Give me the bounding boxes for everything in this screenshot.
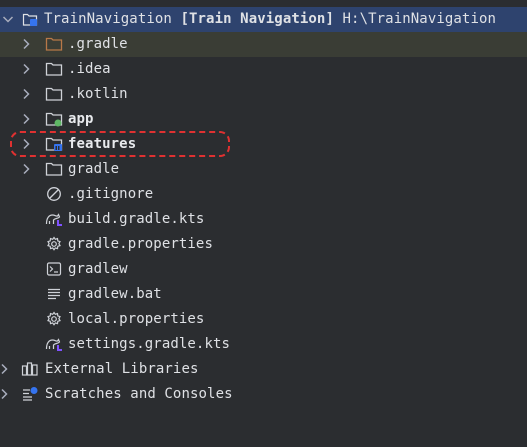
chevron-right-icon[interactable] [18, 61, 34, 77]
folder-icon [45, 160, 63, 178]
folder-icon [45, 85, 63, 103]
external-libraries-label: External Libraries [45, 361, 199, 377]
project-path: H:\TrainNavigation [342, 11, 497, 27]
tree-item-local-properties[interactable]: local.properties [0, 307, 527, 332]
module-group-folder-icon [45, 135, 63, 153]
tree-item-gradle-folder[interactable]: gradle [0, 157, 527, 182]
tree-item-label: app [68, 111, 94, 127]
tree-item-label: gradle [68, 161, 120, 177]
folder-icon [45, 60, 63, 78]
tree-item-build-gradle-kts[interactable]: build.gradle.kts [0, 207, 527, 232]
tree-item-features-module[interactable]: features [0, 132, 527, 157]
project-module-icon [21, 10, 39, 28]
tree-item-label: .gitignore [68, 186, 154, 202]
gradle-kts-icon [45, 335, 63, 353]
chevron-right-icon[interactable] [18, 36, 34, 52]
tree-item-label: features [68, 136, 137, 152]
chevron-down-icon[interactable] [0, 11, 16, 27]
tree-item-label: local.properties [68, 311, 205, 327]
tree-item-gitignore[interactable]: .gitignore [0, 182, 527, 207]
tree-item-label: gradlew [68, 261, 128, 277]
tree-item-app-module[interactable]: app [0, 107, 527, 132]
chevron-right-icon[interactable] [18, 161, 34, 177]
tree-item-label: .kotlin [68, 86, 128, 102]
tree-scratches-and-consoles[interactable]: Scratches and Consoles [0, 382, 527, 407]
tree-item-label: .gradle [68, 36, 128, 52]
chevron-right-icon[interactable] [18, 111, 34, 127]
tree-item-gradlew[interactable]: gradlew [0, 257, 527, 282]
chevron-right-icon[interactable] [18, 86, 34, 102]
project-name: TrainNavigation [44, 11, 172, 27]
folder-orange-icon [45, 35, 63, 53]
library-icon [21, 360, 39, 378]
tree-item-gradle-dir[interactable]: .gradle [0, 32, 527, 57]
tree-item-label: gradle.properties [68, 236, 213, 252]
gear-icon [45, 235, 63, 253]
tree-root-row[interactable]: TrainNavigation [Train Navigation] H:\Tr… [0, 7, 527, 32]
module-name: [Train Navigation] [180, 11, 334, 27]
tree-item-settings-gradle-kts[interactable]: settings.gradle.kts [0, 332, 527, 357]
ignore-icon [45, 185, 63, 203]
chevron-right-icon[interactable] [0, 386, 12, 402]
chevron-right-icon[interactable] [18, 136, 34, 152]
terminal-icon [45, 260, 63, 278]
scratches-icon [21, 385, 39, 403]
chevron-right-icon[interactable] [0, 361, 12, 377]
gradle-kts-icon [45, 210, 63, 228]
gear-icon [45, 310, 63, 328]
tree-external-libraries[interactable]: External Libraries [0, 357, 527, 382]
tree-item-label: .idea [68, 61, 111, 77]
tree-item-label: settings.gradle.kts [68, 336, 231, 352]
text-file-icon [45, 285, 63, 303]
tree-item-label: gradlew.bat [68, 286, 162, 302]
tree-item-gradlew-bat[interactable]: gradlew.bat [0, 282, 527, 307]
tree-item-gradle-properties[interactable]: gradle.properties [0, 232, 527, 257]
tree-item-label: build.gradle.kts [68, 211, 205, 227]
scratches-label: Scratches and Consoles [45, 386, 233, 402]
module-folder-icon [45, 110, 63, 128]
tree-item-idea-dir[interactable]: .idea [0, 57, 527, 82]
tree-item-kotlin-dir[interactable]: .kotlin [0, 82, 527, 107]
